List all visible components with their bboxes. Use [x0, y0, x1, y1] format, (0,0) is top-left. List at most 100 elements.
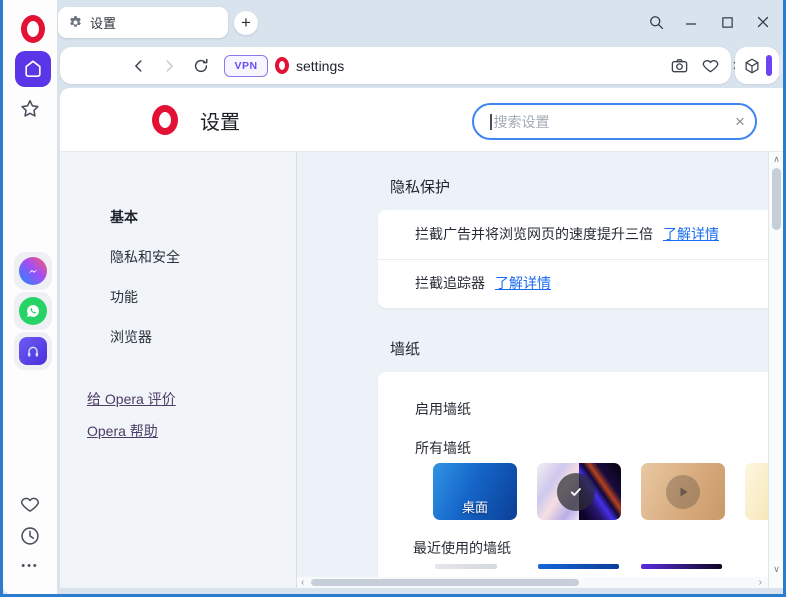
url-value: settings: [296, 58, 344, 74]
heart-outline-icon: [701, 56, 720, 75]
clock-icon: [19, 525, 41, 547]
desktop-thumb-label: 桌面: [433, 497, 517, 516]
plus-icon: +: [241, 13, 251, 33]
search-icon: [648, 14, 665, 31]
recent-wallpapers-label: 最近使用的墙纸: [413, 538, 511, 558]
clear-search-button[interactable]: ×: [725, 112, 755, 132]
sidebar-toggle-pill[interactable]: [766, 55, 772, 76]
snapshot-button[interactable]: [667, 47, 691, 84]
tab-search-button[interactable]: [647, 13, 665, 31]
nav-item-basic[interactable]: 基本: [110, 207, 138, 227]
tab-title: 设置: [90, 13, 116, 32]
play-icon: [675, 484, 691, 500]
nav-item-browser[interactable]: 浏览器: [110, 327, 152, 347]
recent-thumb-3[interactable]: [641, 564, 722, 569]
minimize-icon: [684, 15, 698, 29]
settings-search-box[interactable]: ×: [472, 103, 757, 140]
horizontal-scroll-thumb[interactable]: [311, 579, 579, 586]
scroll-right-arrow-icon[interactable]: ›: [759, 577, 762, 588]
vertical-scroll-thumb[interactable]: [772, 168, 781, 230]
rate-opera-link[interactable]: 给 Opera 评价: [87, 389, 176, 409]
camera-icon: [670, 56, 689, 75]
reload-icon: [192, 57, 210, 75]
new-tab-button[interactable]: +: [234, 11, 258, 35]
whatsapp-icon: [19, 297, 47, 325]
scroll-down-arrow-icon[interactable]: ∨: [769, 564, 784, 575]
cube-icon: [743, 57, 761, 75]
wallpaper-thumb-desktop[interactable]: 桌面: [433, 463, 517, 520]
heart-icon: [19, 493, 41, 515]
history-button[interactable]: [3, 525, 57, 547]
settings-search-input[interactable]: [494, 114, 726, 130]
all-wallpapers-label: 所有墙纸: [415, 438, 471, 458]
messenger-sidebar-button[interactable]: [14, 252, 52, 290]
opera-help-link[interactable]: Opera 帮助: [87, 421, 158, 441]
vpn-badge[interactable]: VPN: [224, 55, 268, 77]
headphones-icon: [19, 337, 47, 365]
wallpaper-thumb-video[interactable]: [641, 463, 725, 520]
recent-thumb-1[interactable]: [435, 564, 497, 569]
selected-badge: [557, 473, 595, 511]
text-caret: [490, 114, 492, 130]
url-text[interactable]: settings: [296, 47, 344, 84]
opera-logo-icon[interactable]: [21, 15, 45, 43]
wallpaper-section-title: 墙纸: [390, 338, 420, 359]
recent-thumb-2[interactable]: [538, 564, 619, 569]
sidebar-more-button[interactable]: •••: [3, 560, 57, 572]
settings-content: 隐私保护 拦截广告并将浏览网页的速度提升三倍 了解详情 拦截追踪器 了解详情 墙…: [297, 152, 768, 588]
page-title: 设置: [200, 88, 240, 152]
wallpaper-thumb-selected[interactable]: [537, 463, 621, 520]
address-bar: VPN settings: [60, 47, 731, 84]
settings-header: 设置 ×: [60, 88, 783, 152]
browser-sidebar: •••: [3, 0, 57, 594]
whatsapp-sidebar-button[interactable]: [14, 292, 52, 330]
bookmark-page-button[interactable]: [698, 47, 722, 84]
wallpaper-thumb-partial[interactable]: [745, 463, 768, 520]
play-badge: [666, 475, 700, 509]
favorites-heart-button[interactable]: [3, 493, 57, 515]
forward-icon: [160, 57, 178, 75]
settings-nav: 基本 隐私和安全 功能 浏览器 给 Opera 评价 Opera 帮助: [60, 152, 297, 588]
sidebar-panel-control: [735, 47, 779, 84]
gear-icon: [68, 15, 83, 30]
browser-tab-settings[interactable]: 设置: [58, 7, 228, 38]
facebook-messenger-icon: [19, 257, 47, 285]
forward-button[interactable]: [158, 47, 180, 84]
clear-icon: ×: [735, 112, 745, 131]
player-sidebar-button[interactable]: [14, 332, 52, 370]
close-button[interactable]: [754, 13, 772, 31]
home-button[interactable]: [15, 51, 51, 87]
ellipsis-icon: •••: [21, 560, 39, 572]
scroll-left-arrow-icon[interactable]: ‹: [301, 577, 304, 588]
check-icon: [566, 482, 586, 502]
privacy-section-title: 隐私保护: [390, 176, 450, 197]
reload-button[interactable]: [190, 47, 212, 84]
minimize-button[interactable]: [682, 13, 700, 31]
privacy-card: 拦截广告并将浏览网页的速度提升三倍 了解详情 拦截追踪器 了解详情: [378, 210, 768, 308]
wallpaper-card: 启用墙纸 所有墙纸 桌面 最近使用的墙纸: [378, 372, 768, 588]
vpn-label: VPN: [234, 60, 257, 72]
nav-item-privacy-security[interactable]: 隐私和安全: [110, 247, 180, 267]
vertical-scrollbar[interactable]: ∧ ∨: [768, 152, 783, 588]
tracker-block-row[interactable]: 拦截追踪器 了解详情: [378, 259, 768, 308]
maximize-button[interactable]: [718, 13, 736, 31]
opera-site-icon: [275, 57, 289, 74]
home-icon: [22, 58, 44, 80]
adblock-row[interactable]: 拦截广告并将浏览网页的速度提升三倍 了解详情: [378, 210, 768, 259]
opera-logo-large-icon: [152, 105, 178, 135]
star-icon: [19, 98, 41, 120]
extensions-button[interactable]: [740, 47, 764, 84]
close-icon: [756, 15, 770, 29]
nav-item-features[interactable]: 功能: [110, 287, 138, 307]
window-border-left: [0, 0, 3, 597]
back-icon: [130, 57, 148, 75]
tracker-learn-more-link[interactable]: 了解详情: [495, 273, 551, 293]
bookmarks-star-button[interactable]: [3, 98, 57, 120]
enable-wallpaper-label[interactable]: 启用墙纸: [415, 399, 471, 419]
back-button[interactable]: [128, 47, 150, 84]
maximize-icon: [721, 16, 734, 29]
adblock-learn-more-link[interactable]: 了解详情: [663, 224, 719, 244]
horizontal-scrollbar[interactable]: ‹ ›: [297, 577, 768, 588]
tracker-label: 拦截追踪器: [415, 273, 485, 293]
scroll-up-arrow-icon[interactable]: ∧: [769, 154, 784, 165]
